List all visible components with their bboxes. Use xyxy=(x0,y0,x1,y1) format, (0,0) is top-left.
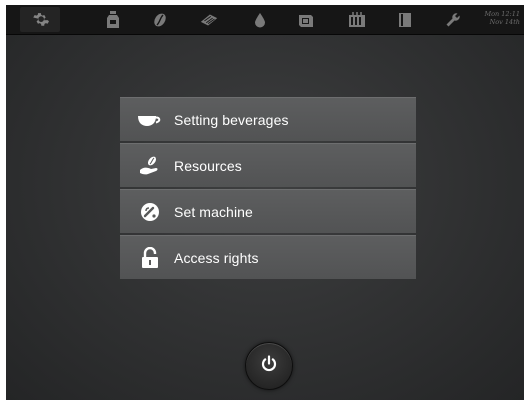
bottle-icon[interactable] xyxy=(103,10,123,30)
cup-icon xyxy=(136,106,164,134)
menu-item-label: Setting beverages xyxy=(174,111,289,128)
menu-item-setting-beverages[interactable]: Setting beverages xyxy=(120,97,416,141)
menu-item-label: Set machine xyxy=(174,203,253,220)
power-icon xyxy=(260,354,278,378)
menu-item-set-machine[interactable]: Set machine xyxy=(120,189,416,233)
date-label: Nov 14th xyxy=(489,18,520,26)
door-icon[interactable] xyxy=(395,10,415,30)
date-time-display: Mon 12:11 Nov 14th xyxy=(480,10,520,26)
settings-icon[interactable] xyxy=(30,10,50,30)
menu-item-access-rights[interactable]: Access rights xyxy=(120,235,416,279)
coffee-bean-icon[interactable] xyxy=(150,10,170,30)
main-menu: Setting beverages Resources Set machine … xyxy=(120,97,416,281)
grounds-container-icon[interactable] xyxy=(296,10,316,30)
wrench-icon[interactable] xyxy=(443,10,463,30)
padlock-icon xyxy=(136,244,164,272)
dial-icon xyxy=(136,198,164,226)
hand-bean-icon xyxy=(136,152,164,180)
water-drop-icon[interactable] xyxy=(250,10,270,30)
cleaning-icon[interactable] xyxy=(347,10,367,30)
power-button[interactable] xyxy=(245,342,293,390)
time-label: Mon 12:11 xyxy=(484,10,520,18)
menu-item-resources[interactable]: Resources xyxy=(120,143,416,187)
menu-item-label: Access rights xyxy=(174,249,259,266)
top-toolbar: Mon 12:11 Nov 14th xyxy=(6,5,524,35)
tablet-icon[interactable] xyxy=(199,10,219,30)
menu-item-label: Resources xyxy=(174,157,242,174)
screen: Mon 12:11 Nov 14th Setting beverages Res… xyxy=(6,5,524,400)
